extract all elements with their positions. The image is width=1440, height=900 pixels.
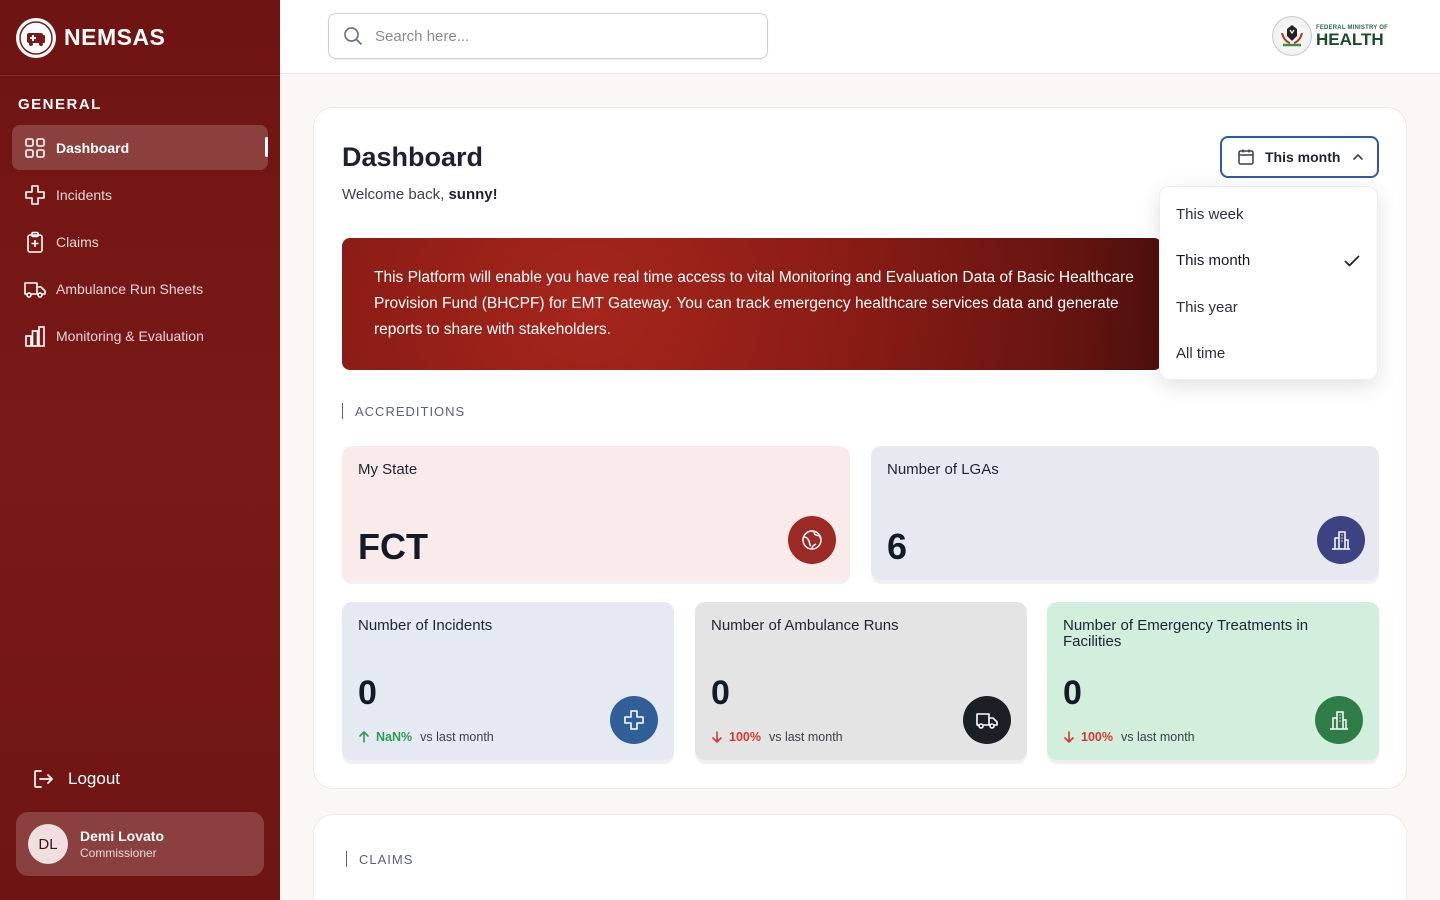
period-dropdown-menu: This week This month This year All time	[1159, 186, 1378, 380]
coat-of-arms-icon	[1271, 16, 1312, 56]
dropdown-option-this-week[interactable]: This week	[1160, 191, 1377, 238]
banner-text: This Platform will enable you have real …	[374, 269, 1134, 338]
sidebar: NEMSAS GENERAL Dashboard Incidents Claim…	[0, 0, 280, 900]
stat-label: Number of Emergency Treatments in Facili…	[1063, 617, 1309, 650]
welcome-message: Welcome back, sunny!	[342, 186, 498, 203]
stat-card-lgas[interactable]: Number of LGAs 6	[871, 446, 1379, 580]
logo-big-text: HEALTH	[1315, 29, 1384, 49]
bar-chart-icon	[25, 325, 45, 347]
nav-section-label: GENERAL	[18, 96, 102, 113]
sidebar-item-incidents[interactable]: Incidents	[12, 172, 268, 217]
option-label: This year	[1176, 298, 1238, 316]
logout-icon	[34, 770, 53, 788]
section-label-accreditions: ACCREDITIONS	[342, 403, 465, 419]
section-title: CLAIMS	[359, 851, 414, 867]
trend-indicator: NaN% vs last month	[358, 730, 494, 744]
sidebar-item-label: Monitoring & Evaluation	[56, 327, 204, 344]
stat-label: Number of Incidents	[358, 617, 493, 634]
ambulance-icon	[24, 281, 46, 298]
user-role: Commissioner	[80, 846, 157, 860]
section-title: ACCREDITIONS	[355, 403, 466, 419]
stat-value: 0	[358, 674, 377, 712]
sidebar-item-label: Claims	[56, 233, 99, 250]
logout-button[interactable]: Logout	[32, 768, 120, 790]
sidebar-nav: Dashboard Incidents Claims Ambulance Run…	[0, 125, 280, 358]
trend-suffix: vs last month	[420, 730, 494, 744]
stat-card-ambulance-runs[interactable]: Number of Ambulance Runs 0 100% vs last …	[695, 602, 1027, 760]
stat-value: FCT	[358, 526, 428, 567]
sidebar-item-label: Incidents	[56, 186, 113, 203]
stat-value: 0	[711, 674, 730, 712]
search-input[interactable]	[375, 27, 755, 45]
checkmark-icon	[1344, 255, 1360, 267]
info-banner: This Platform will enable you have real …	[342, 238, 1162, 370]
search-icon	[344, 27, 362, 45]
page-title: Dashboard	[342, 142, 484, 172]
sidebar-item-label: Ambulance Run Sheets	[56, 280, 204, 297]
brand-name: NEMSAS	[64, 24, 166, 50]
cross-icon	[25, 184, 45, 205]
stat-label: Number of LGAs	[887, 461, 999, 478]
building-icon	[1315, 696, 1363, 744]
option-label: This week	[1176, 205, 1244, 223]
sidebar-item-dashboard[interactable]: Dashboard	[12, 125, 268, 170]
sidebar-item-label: Dashboard	[56, 139, 130, 156]
dropdown-option-this-year[interactable]: This year	[1160, 284, 1377, 331]
logout-label: Logout	[68, 769, 120, 788]
stat-card-incidents[interactable]: Number of Incidents 0 NaN% vs last month	[342, 602, 674, 760]
avatar: DL	[28, 824, 68, 864]
stat-label: My State	[358, 461, 418, 478]
trend-value: 100%	[729, 730, 761, 744]
welcome-username: sunny!	[448, 186, 498, 203]
trend-suffix: vs last month	[768, 730, 843, 744]
stat-card-emergency-treatments[interactable]: Number of Emergency Treatments in Facili…	[1047, 602, 1379, 760]
dropdown-option-all-time[interactable]: All time	[1160, 331, 1377, 378]
top-header: FEDERAL MINISTRY OF HEALTH	[280, 0, 1440, 74]
chevron-up-icon	[1353, 153, 1364, 160]
cross-icon	[610, 696, 658, 744]
ministry-of-health-logo: FEDERAL MINISTRY OF HEALTH	[1271, 16, 1388, 56]
nemsas-logo-icon	[16, 17, 56, 58]
arrow-down-icon	[712, 731, 722, 743]
arrow-down-icon	[1064, 731, 1074, 743]
option-label: All time	[1176, 345, 1226, 363]
sidebar-item-ambulance-run-sheets[interactable]: Ambulance Run Sheets	[12, 266, 268, 311]
search-box[interactable]	[328, 13, 768, 59]
period-select-label: This month	[1265, 149, 1341, 165]
stat-value: 6	[887, 526, 908, 567]
globe-icon	[788, 516, 836, 564]
claims-card: CLAIMS	[313, 814, 1407, 900]
section-label-claims: CLAIMS	[346, 851, 413, 867]
calendar-icon	[1238, 149, 1254, 165]
clipboard-plus-icon	[27, 231, 43, 253]
trend-suffix: vs last month	[1120, 730, 1195, 744]
period-select-button[interactable]: This month	[1220, 136, 1379, 178]
user-profile-card[interactable]: DL Demi Lovato Commissioner	[16, 812, 264, 876]
sidebar-item-claims[interactable]: Claims	[12, 219, 268, 264]
grid-icon	[25, 137, 45, 158]
trend-value: NaN%	[376, 730, 413, 744]
brand[interactable]: NEMSAS	[0, 0, 280, 76]
arrow-up-icon	[359, 731, 369, 743]
option-label: This month	[1176, 252, 1251, 270]
stat-card-my-state[interactable]: My State FCT	[342, 446, 850, 580]
welcome-prefix: Welcome back,	[342, 186, 449, 203]
stat-label: Number of Ambulance Runs	[711, 617, 899, 634]
trend-indicator: 100% vs last month	[1063, 730, 1195, 744]
dropdown-option-this-month[interactable]: This month	[1160, 238, 1377, 285]
sidebar-item-monitoring-evaluation[interactable]: Monitoring & Evaluation	[12, 313, 268, 358]
trend-indicator: 100% vs last month	[711, 730, 843, 744]
user-name: Demi Lovato	[80, 828, 165, 844]
building-icon	[1317, 516, 1365, 564]
stat-value: 0	[1063, 674, 1082, 712]
truck-icon	[963, 696, 1011, 744]
trend-value: 100%	[1081, 730, 1113, 744]
